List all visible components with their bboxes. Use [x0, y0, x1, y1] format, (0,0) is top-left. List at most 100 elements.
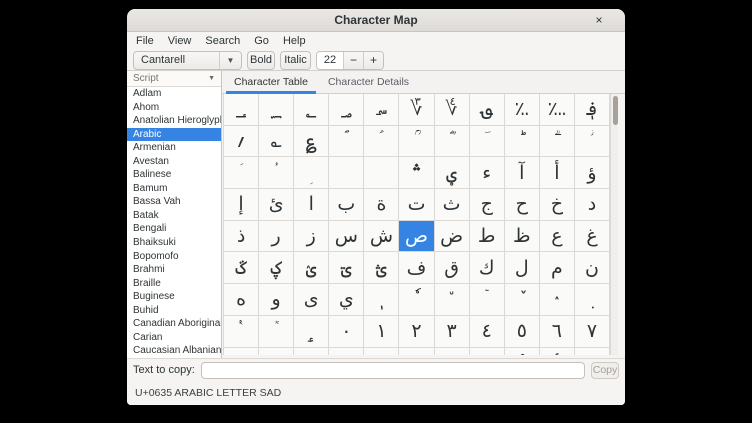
grid-cell[interactable]: ٛ: [540, 284, 575, 316]
grid-cell[interactable]: ؠ: [435, 157, 470, 189]
grid-cell[interactable]: ل: [505, 252, 540, 284]
script-item-buginese[interactable]: Buginese: [127, 290, 221, 304]
grid-cell[interactable]: ؄: [364, 94, 399, 126]
grid-cell[interactable]: ٱ: [505, 348, 540, 356]
grid-cell[interactable]: ض: [435, 221, 470, 253]
grid-cell[interactable]: د: [575, 189, 610, 221]
grid-cell[interactable]: ؖ: [540, 126, 575, 158]
grid-cell[interactable]: ي: [329, 284, 364, 316]
grid-cell[interactable]: ٜ: [575, 284, 610, 316]
grid-cell[interactable]: ز: [294, 221, 329, 253]
grid-cell[interactable]: ٣: [435, 316, 470, 348]
increase-font-size-button[interactable]: +: [363, 52, 383, 69]
grid-cell[interactable]: ح: [505, 189, 540, 221]
grid-cell[interactable]: ؔ: [470, 126, 505, 158]
grid-cell[interactable]: ه: [224, 284, 259, 316]
grid-cell[interactable]: ئ: [259, 189, 294, 221]
grid-cell[interactable]: ؀: [224, 94, 259, 126]
script-item-bassa-vah[interactable]: Bassa Vah: [127, 195, 221, 209]
grid-cell[interactable]: ؿ: [364, 252, 399, 284]
grid-cell[interactable]: ؇: [435, 94, 470, 126]
grid-cell[interactable]: ٞ: [259, 316, 294, 348]
grid-cell[interactable]: م: [540, 252, 575, 284]
grid-cell[interactable]: ٢: [399, 316, 434, 348]
script-item-batak[interactable]: Batak: [127, 209, 221, 223]
grid-cell[interactable]: ء: [470, 157, 505, 189]
script-item-brahmi[interactable]: Brahmi: [127, 263, 221, 277]
script-item-bengali[interactable]: Bengali: [127, 222, 221, 236]
script-item-anatolian-hieroglyphs[interactable]: Anatolian Hieroglyphs: [127, 114, 221, 128]
grid-cell[interactable]: ؗ: [575, 126, 610, 158]
grid-scrollbar[interactable]: [610, 94, 618, 355]
grid-cell[interactable]: ؙ: [259, 157, 294, 189]
titlebar[interactable]: Character Map ×: [127, 9, 625, 32]
grid-cell[interactable]: ؃: [329, 94, 364, 126]
grid-cell[interactable]: ذ: [224, 221, 259, 253]
grid-cell[interactable]: غ: [575, 221, 610, 253]
grid-cell[interactable]: ١: [364, 316, 399, 348]
grid-cell[interactable]: ٧: [575, 316, 610, 348]
grid-cell[interactable]: ؒ: [399, 126, 434, 158]
grid-cell[interactable]: ؐ: [329, 126, 364, 158]
grid-cell[interactable]: ٗ: [399, 284, 434, 316]
script-item-adlam[interactable]: Adlam: [127, 87, 221, 101]
grid-cell[interactable]: ن: [575, 252, 610, 284]
grid-cell[interactable]: آ: [505, 157, 540, 189]
grid-cell[interactable]: ٨: [224, 348, 259, 356]
script-item-arabic[interactable]: Arabic: [127, 128, 221, 142]
script-item-canadian-aboriginal[interactable]: Canadian Aboriginal: [127, 317, 221, 331]
grid-cell[interactable]: ؞: [399, 157, 434, 189]
copy-button[interactable]: Copy: [591, 362, 619, 379]
grid-cell[interactable]: ٤: [470, 316, 505, 348]
grid-cell[interactable]: ٥: [505, 316, 540, 348]
grid-cell[interactable]: ٟ: [294, 316, 329, 348]
tab-character-details[interactable]: Character Details: [318, 71, 419, 93]
grid-scrollbar-thumb[interactable]: [613, 96, 618, 125]
grid-cell[interactable]: ٚ: [505, 284, 540, 316]
script-item-ahom[interactable]: Ahom: [127, 101, 221, 115]
grid-cell[interactable]: ؊: [540, 94, 575, 126]
decrease-font-size-button[interactable]: −: [343, 52, 363, 69]
script-column-header[interactable]: Script ▼: [127, 71, 221, 87]
menu-file[interactable]: File: [129, 33, 161, 49]
font-size-value[interactable]: 22: [317, 52, 343, 69]
grid-cell[interactable]: ؋: [575, 94, 610, 126]
grid-cell[interactable]: ب: [329, 189, 364, 221]
grid-cell[interactable]: ؏: [294, 126, 329, 158]
grid-cell[interactable]: ٠: [329, 316, 364, 348]
grid-cell[interactable]: س: [329, 221, 364, 253]
grid-cell[interactable]: ٪: [294, 348, 329, 356]
grid-cell[interactable]: ؾ: [329, 252, 364, 284]
grid-cell[interactable]: ؽ: [294, 252, 329, 284]
grid-cell[interactable]: ة: [364, 189, 399, 221]
grid-cell[interactable]: ك: [470, 252, 505, 284]
menu-go[interactable]: Go: [247, 33, 276, 49]
grid-cell[interactable]: ش: [364, 221, 399, 253]
grid-cell[interactable]: ؼ: [259, 252, 294, 284]
grid-cell[interactable]: [364, 157, 399, 189]
grid-cell[interactable]: ٲ: [540, 348, 575, 356]
grid-cell[interactable]: ث: [435, 189, 470, 221]
grid-cell[interactable]: خ: [540, 189, 575, 221]
grid-cell[interactable]: ع: [540, 221, 575, 253]
script-item-bhaiksuki[interactable]: Bhaiksuki: [127, 236, 221, 250]
grid-cell[interactable]: و: [259, 284, 294, 316]
grid-cell[interactable]: ٭: [399, 348, 434, 356]
grid-cell[interactable]: ٩: [259, 348, 294, 356]
grid-cell[interactable]: ت: [399, 189, 434, 221]
script-item-bopomofo[interactable]: Bopomofo: [127, 250, 221, 264]
bold-button[interactable]: Bold: [247, 51, 275, 70]
grid-cell[interactable]: ٘: [435, 284, 470, 316]
grid-cell[interactable]: ق: [435, 252, 470, 284]
grid-cell[interactable]: ٦: [540, 316, 575, 348]
grid-cell[interactable]: ؕ: [505, 126, 540, 158]
grid-cell[interactable]: ػ: [224, 252, 259, 284]
grid-cell[interactable]: ؚ: [294, 157, 329, 189]
script-item-carian[interactable]: Carian: [127, 331, 221, 345]
grid-cell[interactable]: ر: [259, 221, 294, 253]
grid-cell[interactable]: ؆: [399, 94, 434, 126]
menu-help[interactable]: Help: [276, 33, 313, 49]
grid-cell[interactable]: ؘ: [224, 157, 259, 189]
script-item-braille[interactable]: Braille: [127, 277, 221, 291]
grid-cell[interactable]: ٳ: [575, 348, 610, 356]
